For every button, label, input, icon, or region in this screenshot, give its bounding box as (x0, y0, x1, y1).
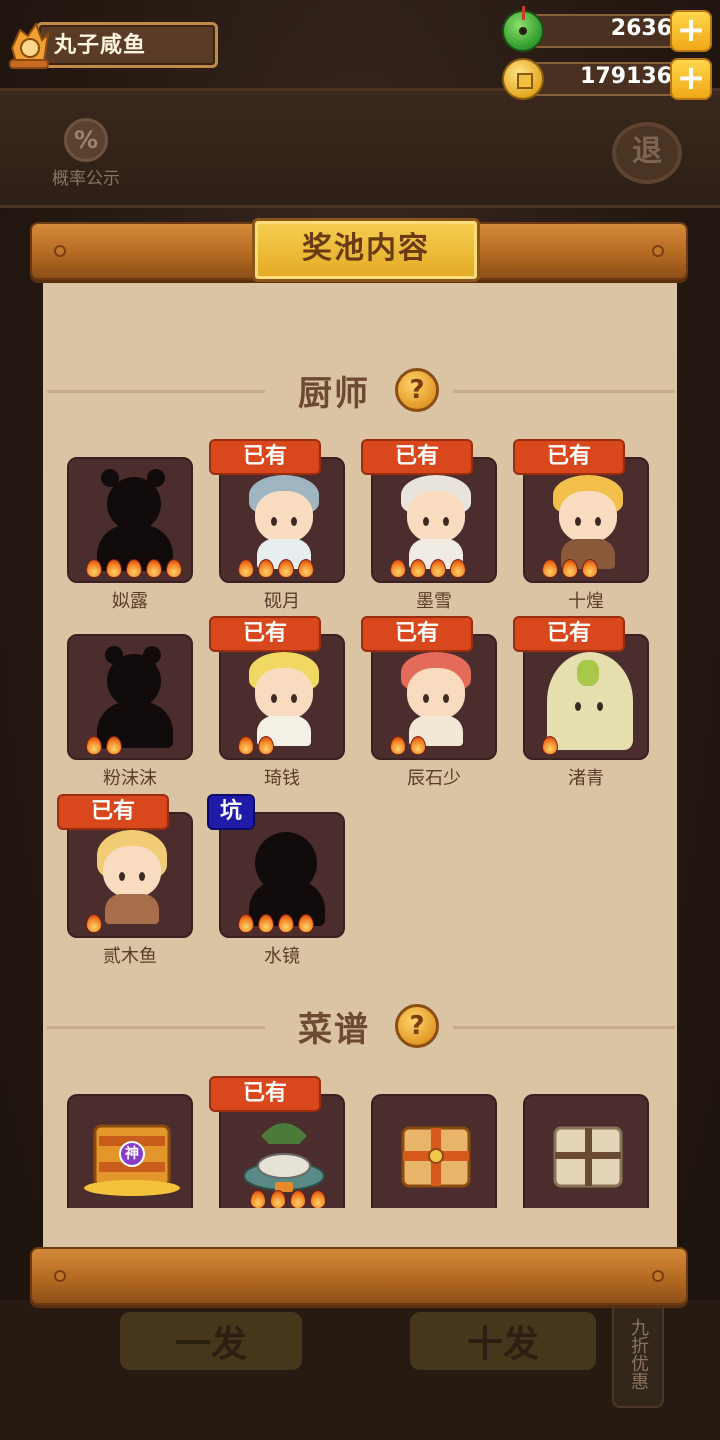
chef-card[interactable]: 已有 渚青 (513, 616, 649, 789)
scroll-recipe-icon (401, 1126, 471, 1188)
recipe-section-title: 菜谱 (298, 1010, 370, 1050)
recipe-section-header: 菜谱 ? (43, 1002, 677, 1052)
percent-icon: % (64, 118, 108, 162)
draw-one-button: 一发 (120, 1312, 302, 1370)
owned-badge: 已有 (209, 1076, 321, 1112)
chef-name: 水镜 (264, 946, 300, 967)
add-coin-button[interactable]: + (670, 58, 712, 100)
chef-name: 辰石少 (407, 768, 461, 789)
chef-card[interactable]: 坑 水镜 (207, 794, 345, 967)
owned-badge: 已有 (361, 439, 473, 475)
scroll-rod-bottom (30, 1247, 688, 1305)
chef-name: 粉沫沫 (103, 768, 157, 789)
recipe-card[interactable]: 已有 (209, 1076, 345, 1208)
plain-scroll-recipe-icon (553, 1126, 623, 1188)
jade-amount: 2636 (610, 16, 672, 41)
recipe-card[interactable] (523, 1094, 649, 1208)
jade-currency: 2636 + (502, 6, 712, 52)
chef-card[interactable]: 粉沫沫 (67, 634, 193, 789)
owned-badge: 已有 (513, 616, 625, 652)
chef-card[interactable]: 已有 十煌 (513, 439, 649, 612)
chef-name: 渚青 (568, 768, 604, 789)
jade-icon (502, 6, 544, 52)
recipe-card[interactable] (371, 1094, 497, 1208)
probability-label: 概率公示 (52, 169, 120, 189)
rarity-flames (387, 557, 467, 578)
rarity-flames (387, 734, 427, 755)
owned-badge: 已有 (209, 439, 321, 475)
player-name: 丸子咸鱼 (54, 33, 147, 58)
chef-name: 砚月 (264, 591, 300, 612)
player-tag[interactable]: 丸子咸鱼 (6, 18, 218, 70)
owned-badge: 已有 (209, 616, 321, 652)
chef-avatar-icon (9, 21, 50, 69)
recipe-help-icon[interactable]: ? (395, 1004, 439, 1048)
chef-name: 琦钱 (264, 768, 300, 789)
rarity-flames (83, 734, 123, 755)
pit-badge: 坑 (207, 794, 255, 830)
chef-section-header: 厨师 ? (43, 366, 677, 416)
chef-name: 十煌 (568, 591, 604, 612)
panel-title: 奖池内容 (252, 218, 480, 282)
probability-button: % 概率公示 (44, 118, 128, 190)
add-jade-button[interactable]: + (670, 10, 712, 52)
owned-badge: 已有 (57, 794, 169, 830)
chef-card[interactable]: 姒露 (67, 457, 193, 612)
discount-tag: 九折优惠 (612, 1300, 664, 1408)
owned-badge: 已有 (513, 439, 625, 475)
chef-name: 贰木鱼 (103, 946, 157, 967)
rarity-flames (235, 734, 275, 755)
rarity-flames (539, 557, 599, 578)
chef-card[interactable]: 已有 砚月 (209, 439, 345, 612)
rarity-flames (247, 1188, 327, 1208)
chef-name: 姒露 (112, 591, 148, 612)
chef-card[interactable]: 已有 辰石少 (361, 616, 497, 789)
rarity-flames (539, 734, 559, 755)
chef-card[interactable]: 已有 墨雪 (361, 439, 497, 612)
rarity-flames (83, 912, 103, 933)
coin-icon (502, 58, 544, 100)
god-badge: 神 (125, 1146, 139, 1162)
draw-ten-button: 十发 (410, 1312, 596, 1370)
chef-help-icon[interactable]: ? (395, 368, 439, 412)
chef-card[interactable]: 已有 琦钱 (209, 616, 345, 789)
back-button: 退 (612, 122, 682, 184)
rarity-flames (83, 557, 183, 578)
owned-badge: 已有 (361, 616, 473, 652)
coin-amount: 179136 (580, 64, 672, 89)
coin-currency: 179136 + (502, 58, 712, 100)
chef-section-title: 厨师 (298, 374, 370, 414)
prize-pool-panel[interactable]: 厨师 ? 姒露 已有 砚月 已有 墨雪 已有 十煌 粉沫沫 已有 琦钱 已有 辰… (43, 272, 677, 1250)
recipe-card[interactable]: 神 (67, 1094, 193, 1208)
rarity-flames (235, 557, 315, 578)
rarity-flames (235, 912, 315, 933)
chef-name: 墨雪 (416, 591, 452, 612)
chef-card[interactable]: 已有 贰木鱼 (57, 794, 193, 967)
